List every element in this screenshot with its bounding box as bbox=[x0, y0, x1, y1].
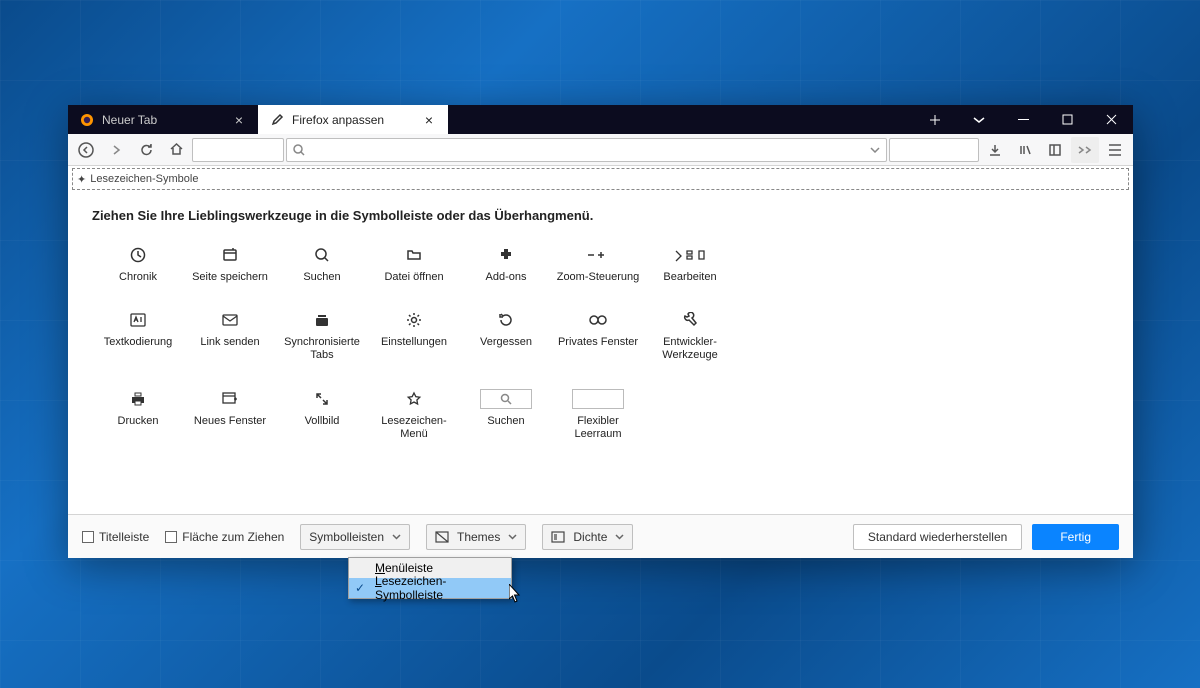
theme-icon bbox=[435, 531, 449, 543]
forget-icon bbox=[498, 310, 514, 330]
dragspace-checkbox[interactable]: Fläche zum Ziehen bbox=[165, 530, 284, 544]
edit-icon bbox=[673, 245, 707, 265]
addons-icon bbox=[498, 245, 514, 265]
search-icon bbox=[293, 144, 305, 156]
firefox-icon bbox=[80, 113, 94, 127]
gear-icon bbox=[406, 310, 422, 330]
window-minimize[interactable] bbox=[1001, 105, 1045, 134]
done-button[interactable]: Fertig bbox=[1032, 524, 1119, 550]
new-tab-button[interactable] bbox=[913, 105, 957, 134]
menu-item-lesezeichen-symbolleiste[interactable]: ✓ Lesezeichen-Symbolleiste bbox=[349, 578, 511, 598]
chevron-down-icon bbox=[508, 534, 517, 540]
bookmark-star-icon bbox=[406, 389, 422, 409]
tool-suchfeld[interactable]: Suchen bbox=[460, 389, 552, 441]
tool-palette: Chronik Seite speichern Suchen Datei öff… bbox=[92, 245, 1109, 441]
all-tabs-button[interactable] bbox=[957, 105, 1001, 134]
navigation-toolbar bbox=[68, 134, 1133, 166]
density-icon bbox=[551, 531, 565, 543]
tool-einstellungen[interactable]: Einstellungen bbox=[368, 310, 460, 362]
email-icon bbox=[222, 310, 238, 330]
library-button[interactable] bbox=[1011, 137, 1039, 163]
url-input-placeholder[interactable] bbox=[192, 138, 284, 162]
tool-seite-speichern[interactable]: Seite speichern bbox=[184, 245, 276, 284]
tool-drucken[interactable]: Drucken bbox=[92, 389, 184, 441]
sync-tabs-icon bbox=[314, 310, 330, 330]
history-icon bbox=[130, 245, 146, 265]
fullscreen-icon bbox=[315, 389, 329, 409]
tool-lesezeichen-menu[interactable]: Lesezeichen-Menü bbox=[368, 389, 460, 441]
tool-link-senden[interactable]: Link senden bbox=[184, 310, 276, 362]
window-close[interactable] bbox=[1089, 105, 1133, 134]
tab-label: Firefox anpassen bbox=[292, 113, 384, 127]
save-page-icon bbox=[222, 245, 238, 265]
zoom-icon bbox=[586, 245, 610, 265]
restore-defaults-button[interactable]: Standard wiederherstellen bbox=[853, 524, 1022, 550]
tool-flex-space[interactable]: Flexibler Leerraum bbox=[552, 389, 644, 441]
search-icon bbox=[314, 245, 330, 265]
tool-addons[interactable]: Add-ons bbox=[460, 245, 552, 284]
chevron-down-icon bbox=[615, 534, 624, 540]
checkbox-icon bbox=[82, 531, 94, 543]
tool-neues-fenster[interactable]: Neues Fenster bbox=[184, 389, 276, 441]
reload-button[interactable] bbox=[132, 137, 160, 163]
address-search-box[interactable] bbox=[286, 138, 887, 162]
print-icon bbox=[130, 389, 146, 409]
search-input-placeholder[interactable] bbox=[889, 138, 979, 162]
private-icon bbox=[588, 310, 608, 330]
forward-button[interactable] bbox=[102, 137, 130, 163]
tool-sync-tabs[interactable]: Synchronisierte Tabs bbox=[276, 310, 368, 362]
bookmarks-toolbar-dropzone[interactable]: ✦ Lesezeichen-Symbole bbox=[72, 168, 1129, 190]
tool-vergessen[interactable]: Vergessen bbox=[460, 310, 552, 362]
tool-zoom[interactable]: Zoom-Steuerung bbox=[552, 245, 644, 284]
chevron-down-icon[interactable] bbox=[870, 147, 880, 153]
toolbars-dropdown-menu: Menüleiste ✓ Lesezeichen-Symbolleiste bbox=[348, 557, 512, 599]
home-button[interactable] bbox=[162, 137, 190, 163]
tab-label: Neuer Tab bbox=[102, 113, 157, 127]
brush-icon bbox=[270, 113, 284, 127]
tab-firefox-anpassen[interactable]: Firefox anpassen × bbox=[258, 105, 448, 134]
bookmarks-bar-label: Lesezeichen-Symbole bbox=[90, 173, 198, 185]
encoding-icon bbox=[130, 310, 146, 330]
open-file-icon bbox=[406, 245, 422, 265]
tool-vollbild[interactable]: Vollbild bbox=[276, 389, 368, 441]
wrench-icon bbox=[682, 310, 698, 330]
toolbars-dropdown[interactable]: Symbolleisten bbox=[300, 524, 410, 550]
new-window-icon bbox=[222, 389, 238, 409]
tool-bearbeiten[interactable]: Bearbeiten bbox=[644, 245, 736, 284]
tool-entwickler[interactable]: Entwickler-Werkzeuge bbox=[644, 310, 736, 362]
hamburger-menu-button[interactable] bbox=[1101, 137, 1129, 163]
flex-space-icon bbox=[572, 389, 624, 409]
density-dropdown[interactable]: Dichte bbox=[542, 524, 633, 550]
tab-neuer-tab[interactable]: Neuer Tab × bbox=[68, 105, 258, 134]
tool-datei-oeffnen[interactable]: Datei öffnen bbox=[368, 245, 460, 284]
check-icon: ✓ bbox=[355, 581, 365, 595]
firefox-window: Neuer Tab × Firefox anpassen × bbox=[68, 105, 1133, 558]
tool-privates-fenster[interactable]: Privates Fenster bbox=[552, 310, 644, 362]
checkbox-icon bbox=[165, 531, 177, 543]
close-icon[interactable]: × bbox=[422, 113, 436, 127]
titlebar-checkbox[interactable]: Titelleiste bbox=[82, 530, 149, 544]
download-button[interactable] bbox=[981, 137, 1009, 163]
tool-suchen[interactable]: Suchen bbox=[276, 245, 368, 284]
customize-panel: Ziehen Sie Ihre Lieblingswerkzeuge in di… bbox=[68, 190, 1133, 441]
search-field-icon bbox=[480, 389, 532, 409]
back-button[interactable] bbox=[72, 137, 100, 163]
window-maximize[interactable] bbox=[1045, 105, 1089, 134]
tool-textkodierung[interactable]: Textkodierung bbox=[92, 310, 184, 362]
close-icon[interactable]: × bbox=[232, 113, 246, 127]
tool-chronik[interactable]: Chronik bbox=[92, 245, 184, 284]
customize-footer: Titelleiste Fläche zum Ziehen Symbolleis… bbox=[68, 514, 1133, 558]
themes-dropdown[interactable]: Themes bbox=[426, 524, 526, 550]
sidebar-button[interactable] bbox=[1041, 137, 1069, 163]
overflow-button[interactable] bbox=[1071, 137, 1099, 163]
chevron-down-icon bbox=[392, 534, 401, 540]
customize-heading: Ziehen Sie Ihre Lieblingswerkzeuge in di… bbox=[92, 208, 1109, 223]
tabstrip-right bbox=[913, 105, 1133, 134]
tab-strip: Neuer Tab × Firefox anpassen × bbox=[68, 105, 1133, 134]
star-icon: ✦ bbox=[77, 173, 86, 186]
